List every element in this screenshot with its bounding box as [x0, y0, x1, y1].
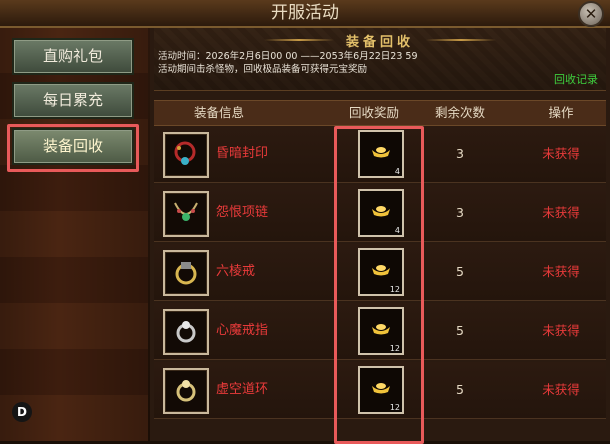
- header-equipment-info: 装备信息: [193, 105, 244, 120]
- amulet-icon[interactable]: [163, 132, 209, 178]
- item-name: 怨恨项链: [216, 205, 269, 220]
- ring-icon[interactable]: [163, 309, 209, 355]
- banner-ornament-right: [426, 39, 496, 41]
- item-name: 心魔戒指: [216, 323, 269, 338]
- header-remaining: 剩余次数: [434, 105, 485, 120]
- remaining-count: 5: [456, 382, 464, 397]
- ring-icon[interactable]: [163, 368, 209, 414]
- remaining-count: 5: [456, 323, 464, 338]
- ring-icon[interactable]: [163, 250, 209, 296]
- activity-description: 活动期间击杀怪物，回收极品装备可获得元宝奖励: [158, 64, 368, 75]
- status-label[interactable]: 未获得: [526, 185, 596, 241]
- status-label[interactable]: 未获得: [526, 362, 596, 418]
- item-name: 虚空道环: [216, 382, 269, 397]
- remaining-count: 3: [456, 205, 464, 220]
- active-tab-highlight: [7, 124, 139, 172]
- activity-window: 开服活动 ✕ 直购礼包 每日累充 装备回收 D 装备回收 活动时间：2026年2…: [0, 0, 610, 444]
- item-name: 昏暗封印: [216, 146, 269, 161]
- activity-time: 活动时间：2026年2月6日00 00 ——2053年6月22日23 59: [158, 51, 418, 62]
- nav-daily-recharge-button[interactable]: 每日累充: [12, 82, 134, 119]
- sidebar: 直购礼包 每日累充 装备回收 D: [0, 28, 148, 441]
- window-title: 开服活动: [271, 3, 339, 23]
- table-header: 装备信息 回收奖励 剩余次数 操作: [154, 100, 606, 126]
- item-name: 六棱戒: [216, 264, 256, 279]
- recycle-record-link[interactable]: 回收记录: [554, 71, 598, 87]
- header-recycle-reward: 回收奖励: [348, 105, 399, 120]
- remaining-count: 3: [456, 146, 464, 161]
- nav-direct-purchase-button[interactable]: 直购礼包: [12, 38, 134, 75]
- reward-column-highlight: [334, 126, 424, 444]
- main-panel: 装备回收 活动时间：2026年2月6日00 00 ——2053年6月22日23 …: [150, 28, 610, 444]
- remaining-count: 5: [456, 264, 464, 279]
- close-icon[interactable]: ✕: [578, 1, 604, 27]
- status-label[interactable]: 未获得: [526, 303, 596, 359]
- status-label[interactable]: 未获得: [526, 244, 596, 300]
- header-action: 操作: [548, 105, 574, 120]
- status-label[interactable]: 未获得: [526, 126, 596, 182]
- activity-banner: 装备回收 活动时间：2026年2月6日00 00 ——2053年6月22日23 …: [154, 28, 606, 91]
- title-bar: 开服活动 ✕: [0, 0, 610, 28]
- necklace-icon[interactable]: [163, 191, 209, 237]
- floating-badge[interactable]: D: [12, 402, 32, 422]
